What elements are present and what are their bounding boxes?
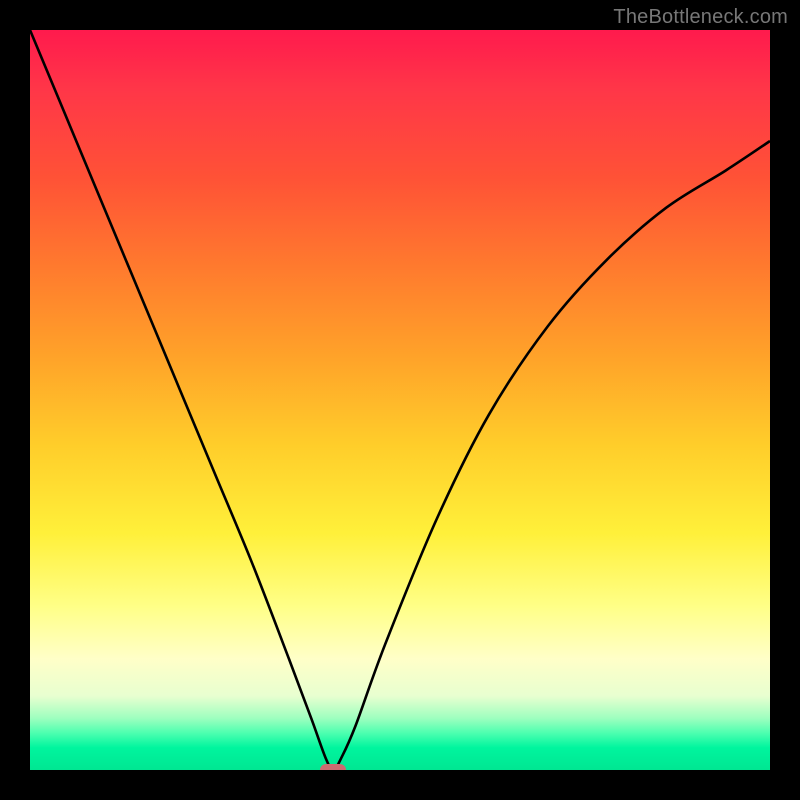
watermark-text: TheBottleneck.com (613, 6, 788, 29)
minimum-marker (320, 764, 346, 770)
curve-svg (30, 30, 770, 770)
plot-area (30, 30, 770, 770)
bottleneck-curve (30, 30, 770, 770)
outer-frame: TheBottleneck.com (0, 0, 800, 800)
